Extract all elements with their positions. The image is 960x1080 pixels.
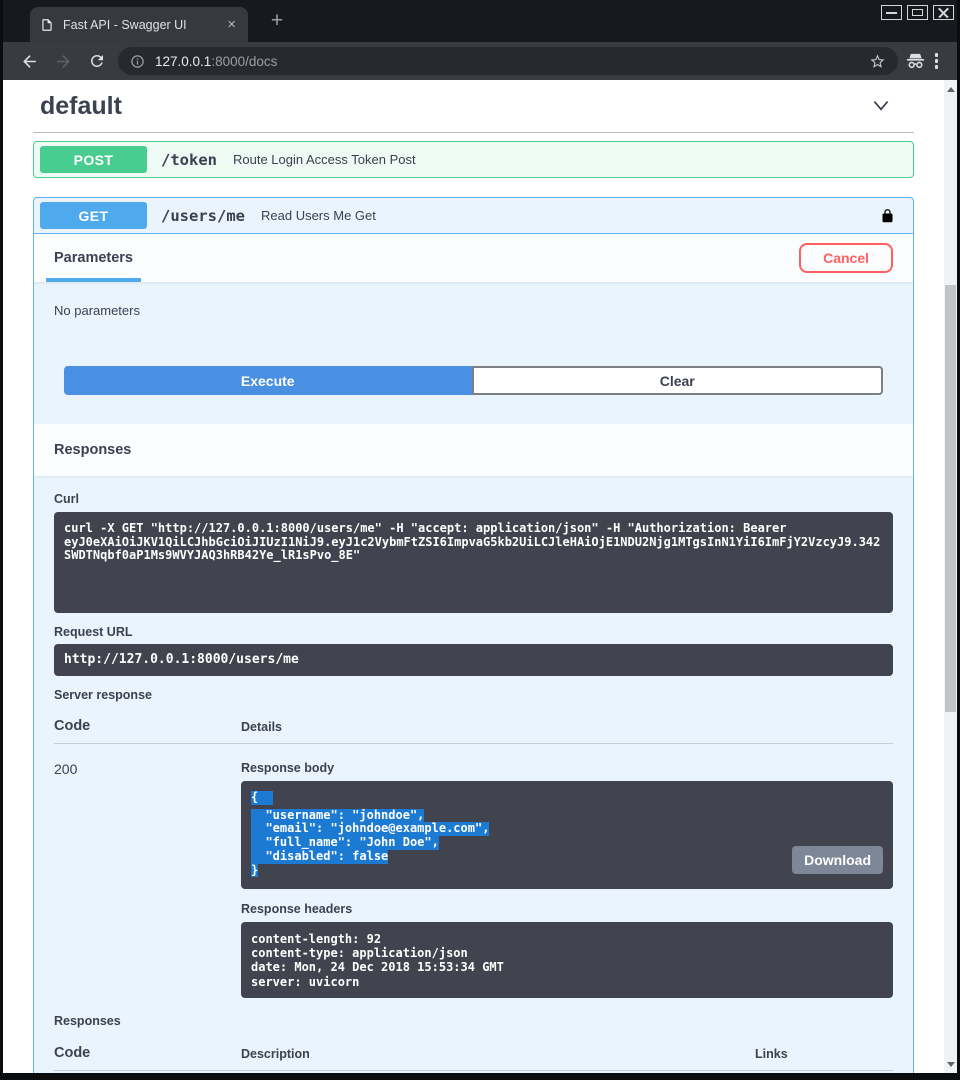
parameters-header: Parameters Cancel — [34, 234, 913, 282]
tab-bar: Fast API - Swagger UI × + — [3, 0, 957, 42]
request-url-label: Request URL — [54, 625, 893, 639]
lock-icon[interactable] — [880, 207, 895, 225]
code-line: "username": "johndoe", — [251, 809, 424, 823]
curl-label: Curl — [54, 492, 893, 506]
documented-responses-header: Code Description Links — [54, 1045, 893, 1071]
url-host: 127.0.0.1 — [155, 54, 211, 69]
maximize-button[interactable] — [907, 5, 928, 20]
clear-button[interactable]: Clear — [472, 366, 884, 395]
spacer — [34, 395, 913, 424]
documented-responses-title: Responses — [54, 1014, 893, 1028]
response-headers-label: Response headers — [241, 902, 893, 916]
url-text: 127.0.0.1:8000/docs — [155, 54, 277, 69]
code-column-header: Code — [54, 718, 241, 734]
url-path: :8000/docs — [211, 54, 277, 69]
code-line: content-type: application/json — [251, 946, 883, 960]
address-bar[interactable]: 127.0.0.1:8000/docs — [118, 47, 898, 75]
request-url-value: http://127.0.0.1:8000/users/me — [54, 644, 893, 676]
page-content: default POST /token Route Login Access T… — [3, 80, 957, 1073]
responses-inner: Curl curl -X GET "http://127.0.0.1:8000/… — [34, 476, 913, 1071]
get-method-badge: GET — [40, 202, 147, 229]
code-line: server: uvicorn — [251, 975, 883, 989]
opblock-post-token[interactable]: POST /token Route Login Access Token Pos… — [33, 141, 914, 178]
execute-wrapper: Execute Clear — [34, 366, 913, 395]
swagger-ui: default POST /token Route Login Access T… — [3, 80, 944, 1073]
code-line: "email": "johndoe@example.com", — [251, 822, 489, 836]
tab-close-icon[interactable]: × — [225, 17, 238, 32]
scrollbar-thumb[interactable] — [945, 285, 956, 712]
page-scrollbar[interactable] — [944, 80, 957, 1073]
post-endpoint-path: /token — [161, 151, 217, 169]
doc-code-header: Code — [54, 1045, 241, 1061]
response-body-label: Response body — [241, 761, 893, 775]
document-icon — [40, 18, 54, 32]
server-response-table-header: Code Details — [54, 718, 893, 744]
chevron-down-icon[interactable] — [870, 97, 892, 115]
section-title: default — [40, 92, 122, 121]
code-line: content-length: 92 — [251, 932, 883, 946]
back-icon[interactable] — [12, 46, 46, 76]
info-icon[interactable] — [130, 54, 145, 69]
response-headers-block: content-length: 92content-type: applicat… — [241, 922, 893, 998]
post-endpoint-summary: Route Login Access Token Post — [233, 152, 416, 167]
code-line: "full_name": "John Doe", — [251, 836, 439, 850]
doc-links-header: Links — [755, 1047, 893, 1061]
get-endpoint-summary: Read Users Me Get — [261, 208, 376, 223]
scrollbar-up-arrow[interactable] — [947, 87, 955, 92]
scrollbar-down-arrow[interactable] — [947, 1062, 955, 1067]
get-endpoint-path: /users/me — [161, 207, 245, 225]
responses-section-header: Responses — [34, 424, 913, 476]
browser-tab[interactable]: Fast API - Swagger UI × — [30, 7, 248, 42]
opblock-get-users-me: GET /users/me Read Users Me Get Paramete… — [33, 197, 914, 1073]
details-column-header: Details — [241, 720, 282, 734]
get-summary-row[interactable]: GET /users/me Read Users Me Get — [34, 198, 913, 234]
code-line: "disabled": false — [251, 850, 388, 864]
code-line: date: Mon, 24 Dec 2018 15:53:34 GMT — [251, 960, 883, 974]
doc-description-header: Description — [241, 1047, 755, 1061]
server-response-table: Code Details 200 Response body { "userna… — [54, 718, 893, 998]
response-details: Response body { "username": "johndoe", "… — [241, 759, 893, 998]
response-body-json: { "username": "johndoe", "email": "johnd… — [251, 791, 883, 877]
code-line: } — [251, 864, 258, 878]
browser-toolbar: 127.0.0.1:8000/docs — [3, 42, 957, 80]
responses-title: Responses — [54, 442, 131, 458]
status-code: 200 — [54, 759, 241, 998]
download-button[interactable]: Download — [792, 846, 883, 874]
new-tab-button[interactable]: + — [265, 11, 289, 31]
forward-icon[interactable] — [46, 46, 80, 76]
tab-title: Fast API - Swagger UI — [63, 18, 225, 32]
curl-command: curl -X GET "http://127.0.0.1:8000/users… — [54, 512, 893, 613]
code-line: { — [251, 791, 273, 805]
server-response-row: 200 Response body { "username": "johndoe… — [54, 744, 893, 998]
post-method-badge: POST — [40, 146, 147, 173]
response-body-block: { "username": "johndoe", "email": "johnd… — [241, 781, 893, 889]
incognito-icon — [906, 53, 925, 69]
browser-window: Fast API - Swagger UI × + 127.0.0.1:8000… — [0, 0, 960, 1080]
server-response-label: Server response — [54, 688, 893, 702]
execute-button[interactable]: Execute — [64, 366, 472, 395]
no-parameters-message: No parameters — [34, 282, 913, 318]
reload-icon[interactable] — [80, 46, 114, 76]
tab-parameters[interactable]: Parameters — [54, 234, 133, 282]
window-controls — [881, 5, 954, 20]
cancel-button[interactable]: Cancel — [799, 243, 893, 273]
window-close-button[interactable] — [933, 5, 954, 20]
api-section-header[interactable]: default — [3, 80, 944, 132]
star-icon[interactable] — [869, 53, 886, 70]
section-divider — [33, 132, 914, 133]
minimize-button[interactable] — [881, 5, 902, 20]
kebab-menu-icon[interactable] — [925, 53, 949, 69]
